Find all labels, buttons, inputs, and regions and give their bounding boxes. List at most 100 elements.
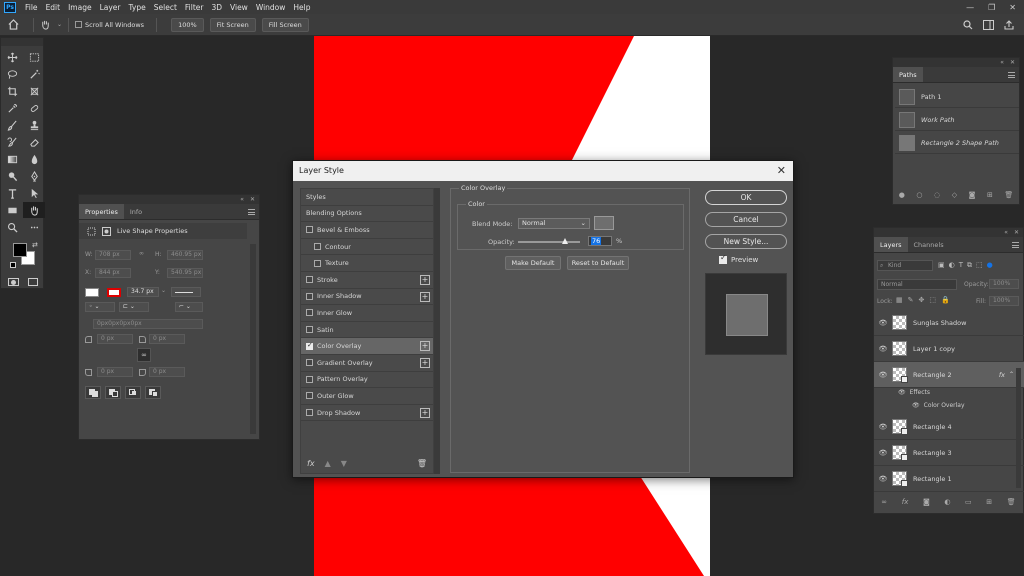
x-field[interactable]: 844 px (95, 268, 131, 278)
new-path-icon[interactable]: ⊞ (987, 191, 993, 199)
menu-filter[interactable]: Filter (181, 3, 208, 12)
filter-type-icon[interactable]: T (959, 261, 963, 270)
menu-edit[interactable]: Edit (42, 3, 65, 12)
collapse-icon[interactable]: « (1000, 59, 1004, 66)
style-item-texture[interactable]: Texture (301, 255, 433, 272)
link-layers-icon[interactable]: ∞ (881, 498, 887, 506)
menu-help[interactable]: Help (289, 3, 314, 12)
stroke-checkbox[interactable] (306, 276, 313, 284)
fx-icon[interactable]: fx (999, 371, 1005, 379)
minimize-icon[interactable]: — (966, 3, 974, 12)
history-brush-icon[interactable] (1, 134, 23, 150)
foreground-color-swatch[interactable] (13, 243, 27, 257)
stroke-path-icon[interactable]: ○ (916, 191, 922, 199)
stroke-align-dropdown[interactable]: ◦ ⌄ (85, 302, 115, 312)
trash-icon[interactable]: 🗑 (417, 459, 427, 468)
layer-blend-mode-select[interactable]: Normal (877, 279, 957, 290)
color-overlay-effect-row[interactable]: 👁 Color Overlay (912, 402, 965, 409)
add-mask-icon[interactable]: ◙ (969, 191, 976, 199)
gradient-tool-icon[interactable] (1, 151, 23, 167)
ok-button[interactable]: OK (705, 190, 787, 205)
filter-adjustment-icon[interactable]: ◐ (949, 261, 955, 270)
path-exclude-icon[interactable] (145, 386, 161, 399)
move-down-icon[interactable]: ▼ (341, 459, 347, 468)
make-work-path-icon[interactable]: ◇ (952, 191, 957, 199)
trash-icon[interactable]: 🗑 (1004, 191, 1013, 199)
stroke-color-swatch[interactable] (107, 288, 121, 297)
move-up-icon[interactable]: ▲ (325, 459, 331, 468)
search-icon[interactable] (963, 19, 973, 30)
outer-glow-checkbox[interactable] (306, 392, 313, 400)
chevron-up-icon[interactable]: ⌃ (1009, 371, 1014, 378)
layer-row-rectangle-3[interactable]: 👁 Rectangle 3 (874, 440, 1024, 466)
style-item-pattern-overlay[interactable]: Pattern Overlay (301, 372, 433, 389)
style-item-outer-glow[interactable]: Outer Glow (301, 388, 433, 405)
path-combine-icon[interactable] (85, 386, 101, 399)
pen-tool-icon[interactable] (23, 168, 45, 184)
fx-icon[interactable]: fx (902, 498, 909, 506)
lock-image-icon[interactable]: ✎ (908, 296, 914, 304)
opacity-input[interactable]: 76 (588, 236, 612, 246)
layer-opacity-field[interactable]: 100% (989, 279, 1019, 289)
opacity-slider-thumb[interactable] (562, 238, 569, 244)
properties-scrollbar[interactable] (250, 244, 256, 434)
bevel-emboss-checkbox[interactable] (306, 226, 313, 234)
panel-menu-icon[interactable] (1008, 72, 1015, 78)
load-selection-icon[interactable]: ◌ (934, 191, 940, 199)
close-icon[interactable]: ✕ (250, 196, 255, 203)
new-group-icon[interactable]: ▭ (965, 498, 972, 506)
menu-window[interactable]: Window (252, 3, 290, 12)
pattern-overlay-checkbox[interactable] (306, 375, 313, 383)
style-item-bevel-emboss[interactable]: Bevel & Emboss (301, 222, 433, 239)
path-item-work-path[interactable]: Work Path (895, 109, 1019, 131)
crop-tool-icon[interactable] (1, 83, 23, 99)
type-tool-icon[interactable] (1, 185, 23, 201)
add-gradient-overlay-icon[interactable]: + (420, 357, 430, 368)
lock-artboard-icon[interactable]: ⬚ (929, 296, 936, 304)
path-subtract-icon[interactable] (105, 386, 121, 399)
layer-row-layer-1-copy[interactable]: 👁 Layer 1 copy (874, 336, 1024, 362)
add-drop-shadow-icon[interactable]: + (420, 407, 430, 418)
preview-toggle[interactable]: ✓ Preview (719, 253, 758, 264)
stroke-type-dropdown[interactable] (171, 287, 201, 297)
menu-type[interactable]: Type (125, 3, 150, 12)
menu-view[interactable]: View (226, 3, 252, 12)
eye-icon[interactable]: 👁 (874, 345, 892, 353)
cancel-button[interactable]: Cancel (705, 212, 787, 227)
layer-row-sunglas-shadow[interactable]: 👁 Sunglas Shadow (874, 310, 1024, 336)
filter-smart-object-icon[interactable]: ⬚ (976, 261, 983, 270)
style-item-contour[interactable]: Contour (301, 239, 433, 256)
home-icon[interactable] (8, 19, 19, 30)
lock-transparent-icon[interactable]: ▦ (896, 296, 903, 304)
workspace-icon[interactable] (983, 19, 994, 30)
reset-to-default-button[interactable]: Reset to Default (567, 256, 629, 270)
quick-mask-icon[interactable] (8, 278, 19, 286)
swap-colors-icon[interactable]: ⇄ (32, 241, 38, 249)
gradient-overlay-checkbox[interactable] (306, 359, 313, 367)
close-icon[interactable]: ✕ (1010, 59, 1015, 66)
styles-list-scrollbar[interactable] (434, 188, 440, 474)
tab-layers[interactable]: Layers (874, 237, 908, 252)
filter-toggle-icon[interactable]: ● (987, 261, 993, 270)
preview-checkbox[interactable]: ✓ (719, 253, 727, 264)
make-default-button[interactable]: Make Default (505, 256, 561, 270)
fx-icon[interactable]: fx (307, 459, 315, 468)
corner-top-left-field[interactable]: 0 px (97, 334, 133, 344)
satin-checkbox[interactable] (306, 326, 313, 334)
stroke-caps-dropdown[interactable]: ⊏ ⌄ (119, 302, 149, 312)
close-icon[interactable]: ✕ (1009, 3, 1016, 12)
filter-shape-icon[interactable]: ⧉ (967, 261, 972, 270)
filter-pixel-icon[interactable]: ▣ (938, 261, 945, 270)
opacity-slider-track[interactable] (518, 241, 580, 243)
style-item-styles[interactable]: Styles (301, 189, 433, 206)
zoom-100-button[interactable]: 100% (171, 17, 204, 32)
path-item-rectangle-2-shape-path[interactable]: Rectangle 2 Shape Path (895, 132, 1019, 154)
stroke-corners-dropdown[interactable]: ⌐ ⌄ (175, 302, 203, 312)
eraser-tool-icon[interactable] (23, 134, 45, 150)
magic-wand-tool-icon[interactable] (23, 66, 45, 82)
y-field[interactable]: 540.95 px (167, 268, 203, 278)
fill-path-icon[interactable]: ● (899, 191, 905, 199)
layer-filter-select[interactable]: ⌕ Kind (877, 260, 933, 271)
share-icon[interactable] (1004, 19, 1014, 30)
toolbar-grip[interactable] (1, 38, 43, 46)
